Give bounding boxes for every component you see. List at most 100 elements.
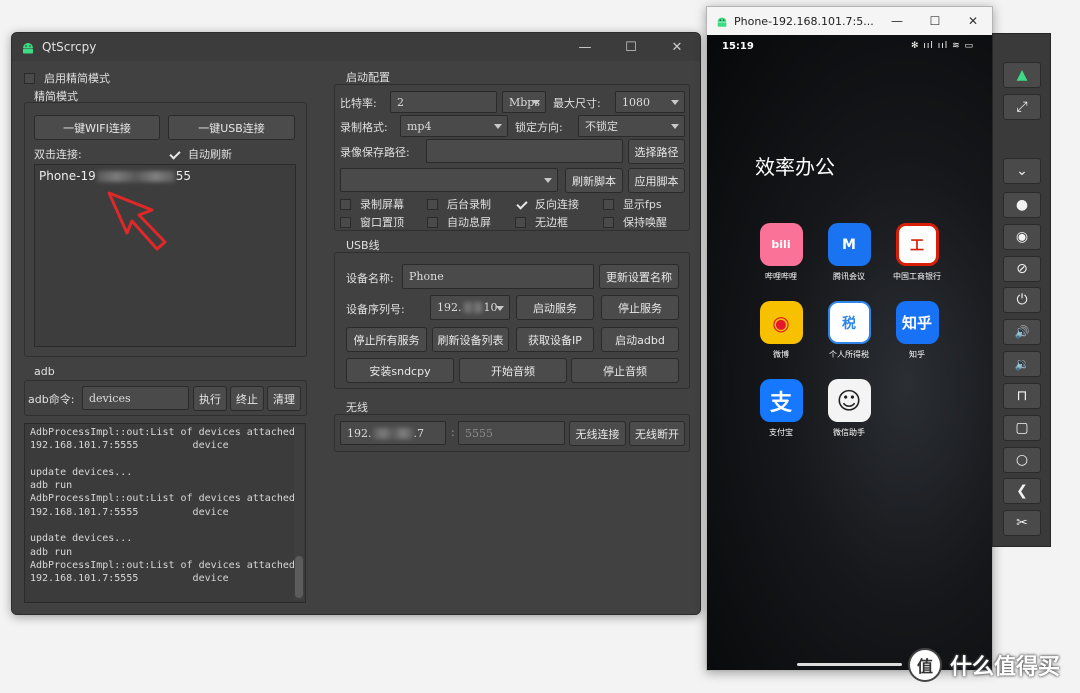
max-size-select[interactable]: 1080	[615, 91, 685, 113]
checkbox-box[interactable]	[603, 198, 614, 210]
wireless-port-input[interactable]: 5555	[458, 421, 565, 445]
start-audio-button[interactable]: 开始音频	[459, 358, 567, 383]
checkbox-label: 自动刷新	[188, 148, 232, 161]
record-path-input[interactable]	[426, 139, 623, 163]
chevron-down-icon	[532, 100, 540, 105]
volume-down-icon[interactable]: 🔉	[1003, 351, 1041, 377]
refresh-device-list-button[interactable]: 刷新设备列表	[432, 327, 509, 352]
expand-notification-icon[interactable]: ⌄	[1003, 158, 1041, 184]
refresh-script-button[interactable]: 刷新脚本	[565, 168, 623, 193]
checkbox-box[interactable]	[24, 72, 35, 84]
close-button[interactable]: ✕	[954, 7, 992, 35]
list-item[interactable]: Phone-19 55	[39, 169, 191, 183]
checkbox-box[interactable]	[427, 198, 438, 210]
power-icon[interactable]: ⏻	[1003, 287, 1041, 313]
start-service-button[interactable]: 启动服务	[516, 295, 594, 320]
app-personal-tax[interactable]: 税 个人所得税	[817, 301, 881, 360]
app-tencent-meeting[interactable]: M 腾讯会议	[817, 223, 881, 282]
auto-screen-off-checkbox[interactable]: 自动息屏	[427, 214, 491, 230]
adb-log-output[interactable]: AdbProcessImpl::out:List of devices atta…	[24, 423, 306, 603]
show-fps-checkbox[interactable]: 显示fps	[603, 196, 662, 212]
screenshot-icon[interactable]: ✂	[1003, 510, 1041, 536]
minimize-button[interactable]: —	[878, 7, 916, 35]
record-icon[interactable]: ●	[1003, 192, 1041, 218]
checkbox-box[interactable]	[515, 216, 526, 228]
terminate-button[interactable]: 终止	[230, 386, 264, 411]
app-bilibili[interactable]: bili 哔哩哔哩	[749, 223, 813, 282]
minimize-button[interactable]: —	[562, 33, 608, 61]
weibo-icon: ◉	[759, 301, 803, 344]
wireless-disconnect-button[interactable]: 无线断开	[629, 421, 685, 446]
usb-connect-button[interactable]: 一键USB连接	[168, 115, 295, 140]
phone-screen[interactable]: 15:19 ✻ ııl ııl ≋ ▭ 效率办公 bili 哔哩哔哩 M 腾讯会…	[707, 35, 992, 670]
tencent-meeting-icon: M	[827, 223, 871, 266]
bitrate-input[interactable]: 2	[390, 91, 497, 113]
serial-select[interactable]: 192. 10	[430, 295, 510, 320]
device-name-input[interactable]: Phone	[402, 264, 594, 289]
frameless-checkbox[interactable]: 无边框	[515, 214, 568, 230]
record-format-select[interactable]: mp4	[400, 115, 508, 137]
gesture-home-bar[interactable]	[797, 663, 902, 666]
keep-awake-checkbox[interactable]: 保持唤醒	[603, 214, 667, 230]
record-screen-checkbox[interactable]: 录制屏幕	[340, 196, 404, 212]
app-alipay[interactable]: 支 支付宝	[749, 379, 813, 438]
checkbox-box[interactable]	[515, 199, 526, 210]
stop-all-services-button[interactable]: 停止所有服务	[346, 327, 427, 352]
maximize-button[interactable]: ☐	[608, 33, 654, 61]
volume-up-icon[interactable]: 🔊	[1003, 319, 1041, 345]
background-record-checkbox[interactable]: 后台录制	[427, 196, 491, 212]
wireless-ip-input[interactable]: 192. .7	[340, 421, 446, 445]
max-size-label: 最大尺寸:	[553, 97, 601, 110]
lock-orientation-select[interactable]: 不锁定	[578, 115, 685, 137]
stop-service-button[interactable]: 停止服务	[601, 295, 679, 320]
checkbox-box[interactable]	[603, 216, 614, 228]
back-icon[interactable]: ❮	[1003, 478, 1041, 504]
checkbox-box[interactable]	[427, 216, 438, 228]
checkbox-box[interactable]	[340, 216, 351, 228]
chevron-down-icon	[496, 306, 504, 311]
menu-icon[interactable]: ▢	[1003, 415, 1041, 441]
android-icon[interactable]: ▲	[1003, 62, 1041, 88]
select-path-button[interactable]: 选择路径	[628, 139, 685, 164]
simple-mode-checkbox[interactable]: 启用精简模式	[24, 70, 110, 86]
android-app-icon	[23, 43, 33, 54]
reverse-connect-checkbox[interactable]: 反向连接	[515, 196, 579, 212]
checkbox-label: 窗口置顶	[360, 216, 404, 229]
close-button[interactable]: ✕	[654, 33, 700, 61]
wifi-connect-button[interactable]: 一键WIFI连接	[34, 115, 160, 140]
apply-script-button[interactable]: 应用脚本	[628, 168, 685, 193]
main-window: QtScrcpy — ☐ ✕ 启用精简模式 精简模式 一键WIFI连接 一键US…	[11, 32, 701, 615]
get-device-ip-button[interactable]: 获取设备IP	[516, 327, 594, 352]
bitrate-unit-select[interactable]: Mbps	[502, 91, 546, 113]
stop-audio-button[interactable]: 停止音频	[571, 358, 679, 383]
wireless-connect-button[interactable]: 无线连接	[569, 421, 626, 446]
simple-mode-group-title: 精简模式	[34, 90, 78, 103]
checkbox-box[interactable]	[168, 149, 179, 160]
app-weibo[interactable]: ◉ 微博	[749, 301, 813, 360]
device-list[interactable]: Phone-19 55	[34, 164, 296, 347]
log-scrollbar-thumb[interactable]	[295, 556, 303, 598]
maximize-button[interactable]: ☐	[916, 7, 954, 35]
adb-command-input[interactable]: devices	[82, 386, 189, 410]
checkbox-box[interactable]	[340, 198, 351, 210]
script-select[interactable]	[340, 168, 558, 192]
screen-off-icon[interactable]: ⊘	[1003, 256, 1041, 282]
screen-on-icon[interactable]: ◉	[1003, 224, 1041, 250]
window-on-top-checkbox[interactable]: 窗口置顶	[340, 214, 404, 230]
app-zhihu[interactable]: 知乎 知乎	[885, 301, 949, 360]
app-icbc[interactable]: 工 中国工商银行	[885, 223, 949, 282]
fullscreen-icon[interactable]: ⤢	[1003, 94, 1041, 120]
install-sndcpy-button[interactable]: 安装sndcpy	[346, 358, 454, 383]
checkbox-label: 显示fps	[623, 198, 662, 211]
record-path-label: 录像保存路径:	[340, 146, 410, 159]
app-switch-icon[interactable]: ⊓	[1003, 383, 1041, 409]
update-name-button[interactable]: 更新设置名称	[599, 264, 679, 289]
app-wechat-assistant[interactable]: ☺ 微信助手	[817, 379, 881, 438]
home-icon[interactable]: ○	[1003, 447, 1041, 473]
start-adbd-button[interactable]: 启动adbd	[601, 327, 679, 352]
adb-command-label: adb命令:	[28, 393, 75, 406]
clear-button[interactable]: 清理	[267, 386, 301, 411]
app-label: 腾讯会议	[833, 272, 865, 281]
auto-refresh-checkbox[interactable]: 自动刷新	[168, 146, 232, 162]
exec-button[interactable]: 执行	[193, 386, 227, 411]
